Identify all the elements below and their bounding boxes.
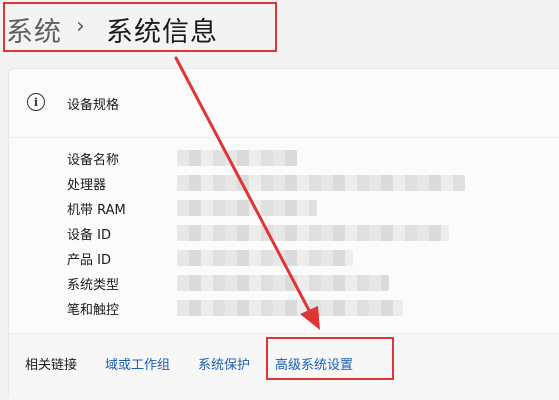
spec-row-product-id: 产品 ID — [67, 246, 527, 270]
spec-label: 系统类型 — [67, 278, 120, 293]
spec-row-ram: 机带 RAM — [67, 196, 527, 220]
spec-row-system-type: 系统类型 — [67, 271, 527, 295]
spec-label: 设备名称 — [67, 153, 120, 168]
blurred-value — [177, 225, 449, 241]
device-specs-title: 设备规格 — [67, 98, 120, 113]
spec-label: 笔和触控 — [67, 303, 120, 318]
related-links-label: 相关链接 — [25, 358, 78, 373]
blurred-value — [177, 300, 403, 316]
spec-row-device-name: 设备名称 — [67, 146, 527, 170]
spec-label: 设备 ID — [67, 228, 111, 243]
spec-label: 处理器 — [67, 178, 107, 193]
highlight-box-title — [3, 2, 277, 52]
device-specs-header[interactable]: i 设备规格 — [9, 69, 559, 138]
highlight-box-advanced-settings — [266, 337, 394, 380]
system-protection-link[interactable]: 系统保护 — [198, 354, 250, 373]
blurred-value — [177, 175, 465, 191]
spec-row-pen-touch: 笔和触控 — [67, 296, 527, 320]
spec-label: 产品 ID — [67, 253, 111, 268]
blurred-value — [177, 275, 389, 291]
spec-row-processor: 处理器 — [67, 171, 527, 195]
spec-row-device-id: 设备 ID — [67, 221, 527, 245]
blurred-value — [177, 150, 297, 166]
blurred-value — [177, 200, 317, 216]
blurred-value — [177, 250, 353, 266]
domain-workgroup-link[interactable]: 域或工作组 — [105, 354, 170, 373]
info-icon: i — [27, 93, 45, 111]
spec-label: 机带 RAM — [67, 203, 126, 218]
